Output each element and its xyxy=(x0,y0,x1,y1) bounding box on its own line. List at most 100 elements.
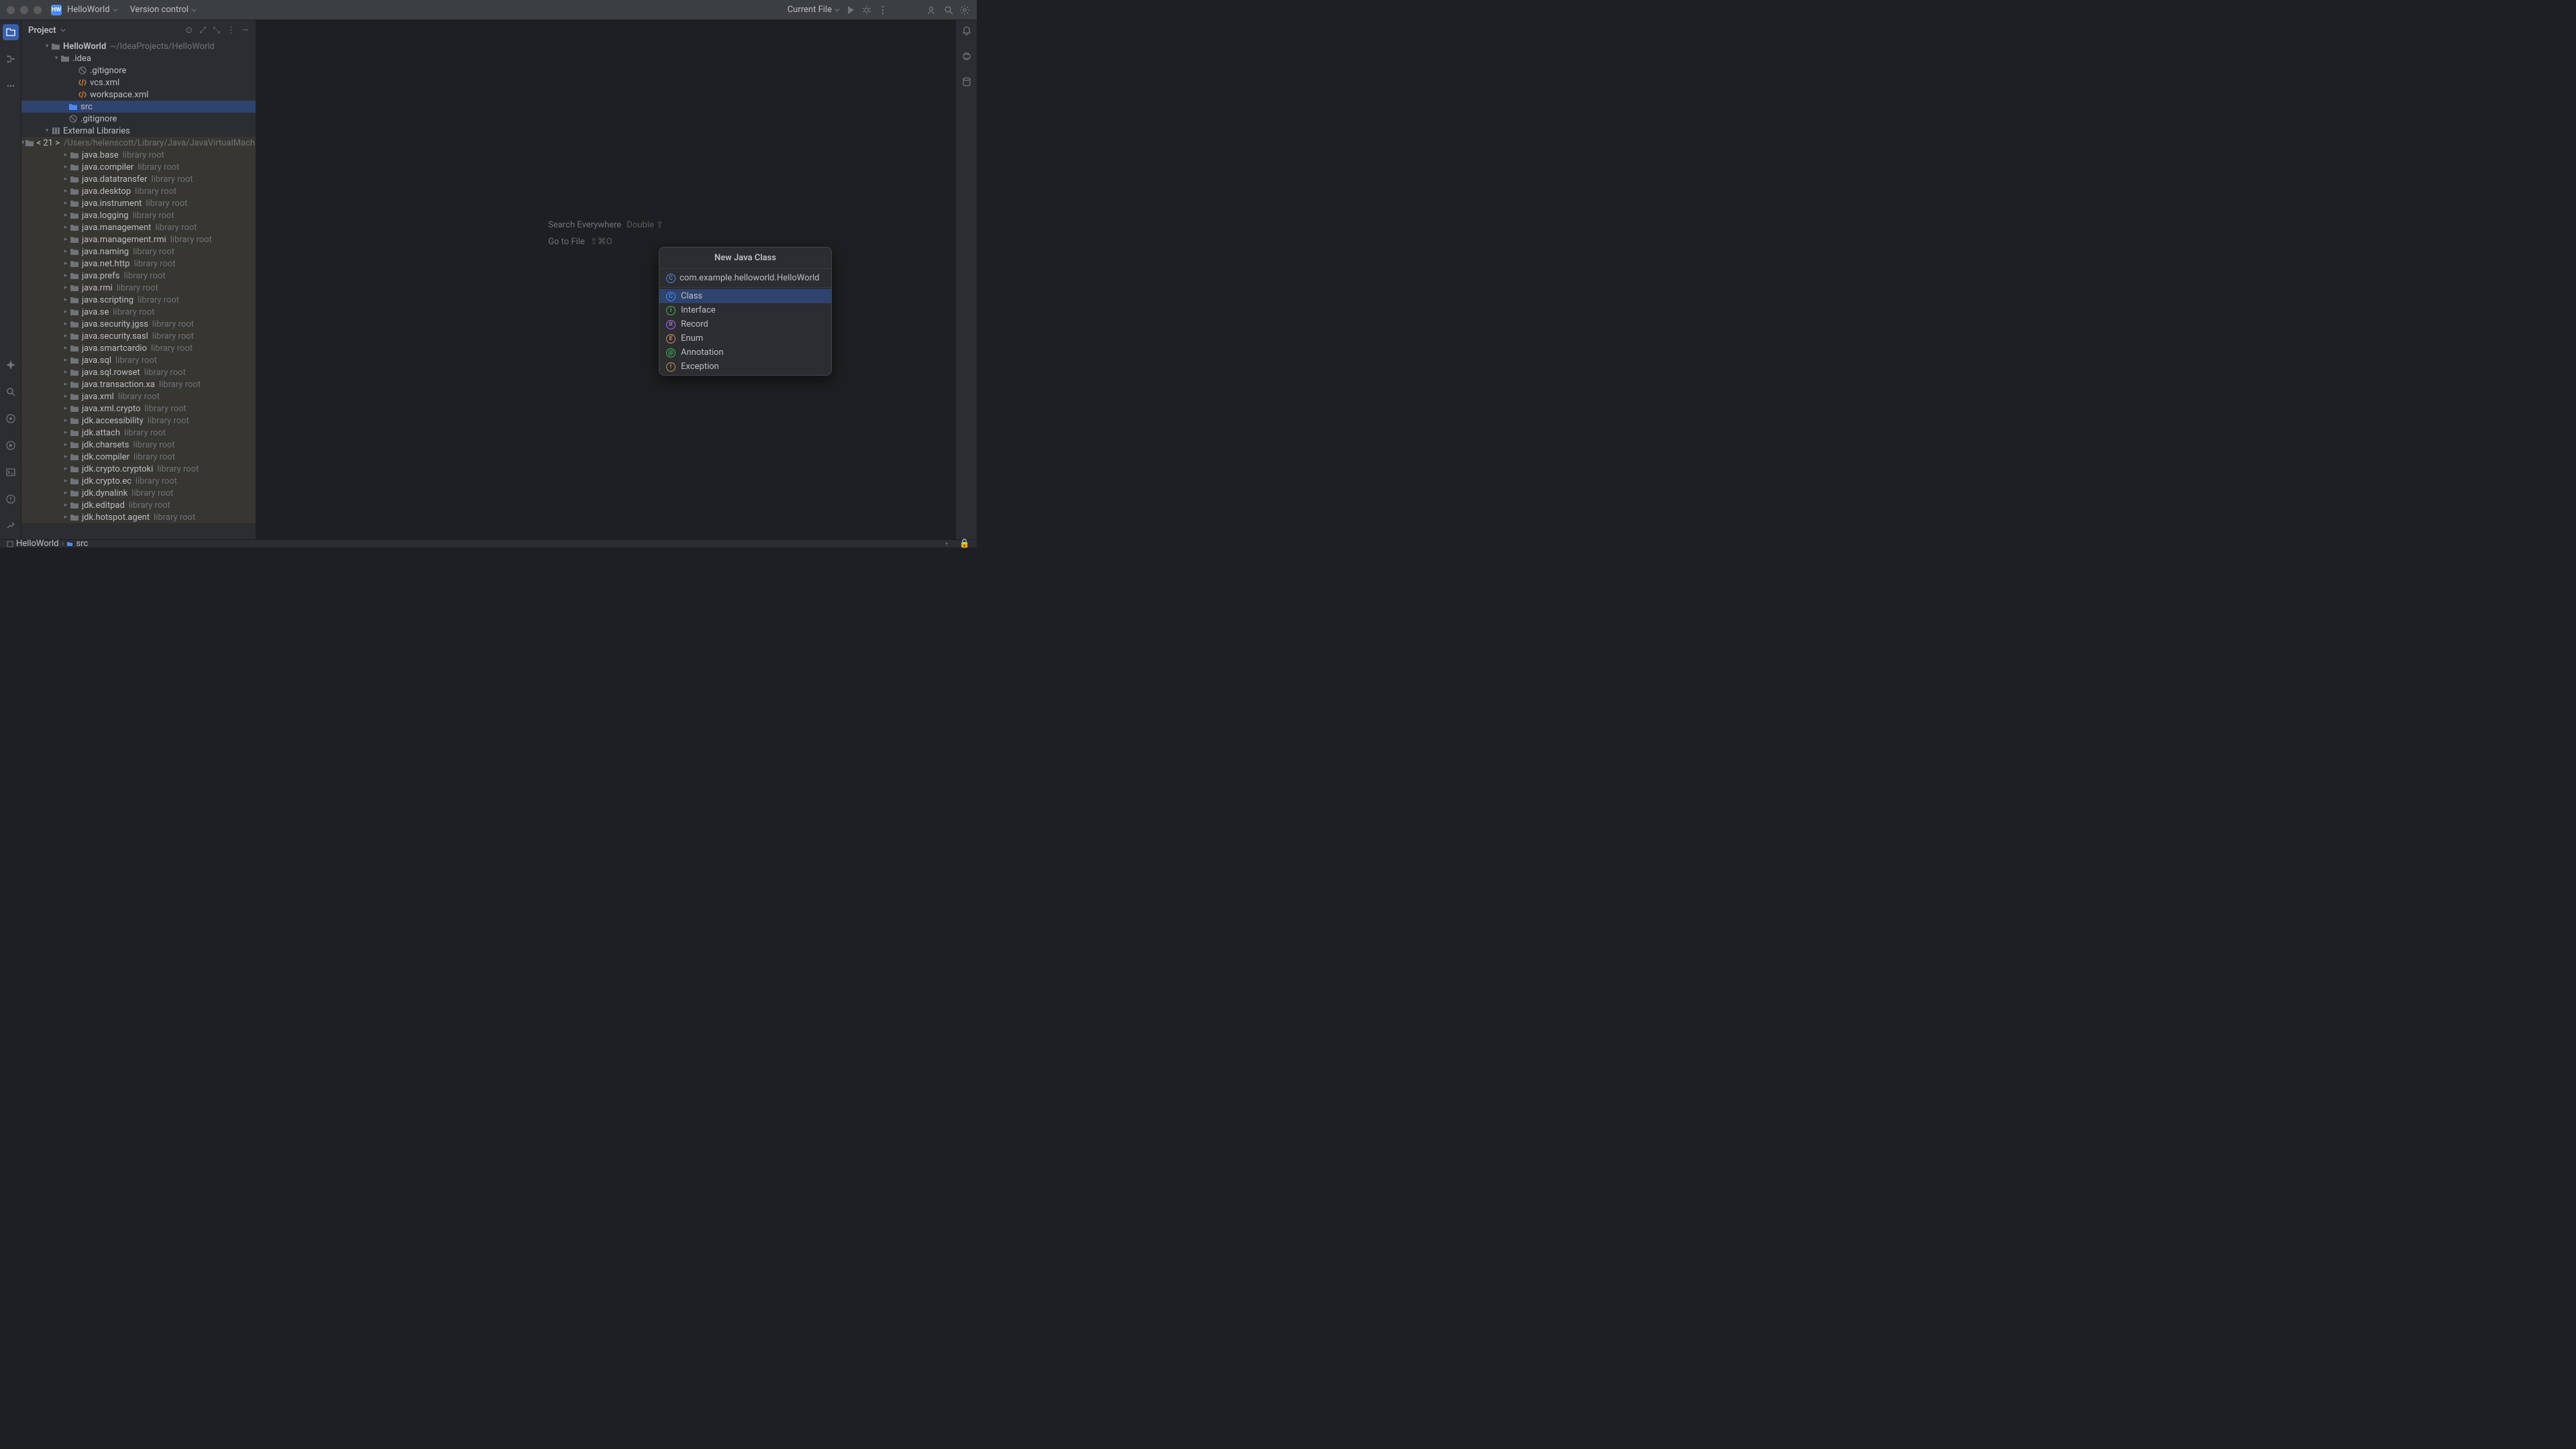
run-tool-button[interactable] xyxy=(3,437,19,453)
vcs-tool-button[interactable] xyxy=(3,411,19,427)
tree-lib-java-naming[interactable]: ▸java.naminglibrary root xyxy=(21,246,256,258)
tree-lib-java-logging[interactable]: ▸java.logginglibrary root xyxy=(21,209,256,221)
code-with-me-icon[interactable] xyxy=(927,5,938,15)
tree-src[interactable]: src xyxy=(21,101,256,113)
ai-chat-icon[interactable] xyxy=(961,51,972,64)
tree-lib-java-security-jgss[interactable]: ▸java.security.jgsslibrary root xyxy=(21,318,256,330)
project-panel-header: Project ⊙ ⤢ ⤡ ⋮ — xyxy=(21,20,256,40)
search-icon[interactable] xyxy=(943,5,954,15)
build-tool-button[interactable] xyxy=(3,518,19,534)
tree-lib-java-sql[interactable]: ▸java.sqllibrary root xyxy=(21,354,256,366)
tree-gitignore[interactable]: .gitignore xyxy=(21,113,256,125)
tree-root[interactable]: ▾HelloWorld~/IdeaProjects/HelloWorld xyxy=(21,40,256,52)
tree-lib-java-management-rmi[interactable]: ▸java.management.rmilibrary root xyxy=(21,233,256,246)
tree-lib-java-xml[interactable]: ▸java.xmllibrary root xyxy=(21,390,256,402)
vcs-label: Version control xyxy=(130,5,189,15)
chevron-down-icon xyxy=(113,7,118,13)
folder-icon xyxy=(66,541,73,547)
tree-lib-java-base[interactable]: ▸java.baselibrary root xyxy=(21,149,256,161)
tree-lib-java-rmi[interactable]: ▸java.rmilibrary root xyxy=(21,282,256,294)
tree-lib-jdk-dynalink[interactable]: ▸jdk.dynalinklibrary root xyxy=(21,487,256,499)
project-panel: Project ⊙ ⤢ ⤡ ⋮ — ▾HelloWorld~/IdeaProje… xyxy=(21,20,256,539)
tree-lib-java-scripting[interactable]: ▸java.scriptinglibrary root xyxy=(21,294,256,306)
project-tree[interactable]: ▾HelloWorld~/IdeaProjects/HelloWorld▾.id… xyxy=(21,40,256,539)
tree-lib-java-sql-rowset[interactable]: ▸java.sql.rowsetlibrary root xyxy=(21,366,256,378)
tree-lib-jdk-charsets[interactable]: ▸jdk.charsetslibrary root xyxy=(21,439,256,451)
tree-lib-java-desktop[interactable]: ▸java.desktoplibrary root xyxy=(21,185,256,197)
tree-lib-jdk-hotspot-agent[interactable]: ▸jdk.hotspot.agentlibrary root xyxy=(21,511,256,523)
tree-lib-java-net-http[interactable]: ▸java.net.httplibrary root xyxy=(21,258,256,270)
notifications-icon[interactable] xyxy=(961,25,972,39)
settings-icon[interactable] xyxy=(959,5,970,15)
annotation-icon: @ xyxy=(666,348,676,358)
tree-lib-java-security-sasl[interactable]: ▸java.security.sasllibrary root xyxy=(21,330,256,342)
ai-assistant-button[interactable] xyxy=(3,357,19,373)
popup-kind-interface[interactable]: IInterface xyxy=(659,303,831,317)
project-tool-button[interactable] xyxy=(3,24,19,40)
record-icon: R xyxy=(666,320,676,329)
tree-gitignore-idea[interactable]: .gitignore xyxy=(21,64,256,76)
hide-panel-icon[interactable]: — xyxy=(242,25,249,36)
panel-options-icon[interactable]: ⋮ xyxy=(227,25,235,36)
breadcrumb[interactable]: HelloWorld › src xyxy=(7,539,88,549)
problems-tool-button[interactable] xyxy=(3,491,19,507)
hint-go-to-file: Go to File ⇧⌘O xyxy=(548,237,663,247)
tree-lib-java-prefs[interactable]: ▸java.prefslibrary root xyxy=(21,270,256,282)
tree-jdk[interactable]: ▾< 21 >/Users/helenscott/Library/Java/Ja… xyxy=(21,137,256,149)
tree-lib-jdk-crypto-cryptoki[interactable]: ▸jdk.crypto.cryptokilibrary root xyxy=(21,463,256,475)
left-tool-rail xyxy=(0,20,21,539)
hint-search-everywhere: Search Everywhere Double ⇧ xyxy=(548,220,663,230)
select-opened-file-icon[interactable]: ⊙ xyxy=(185,25,193,36)
class-icon: C xyxy=(666,292,676,301)
expand-all-icon[interactable]: ⤢ xyxy=(199,25,206,36)
find-tool-button[interactable] xyxy=(3,384,19,400)
module-icon xyxy=(7,541,13,547)
tree-lib-java-se[interactable]: ▸java.selibrary root xyxy=(21,306,256,318)
tree-external-libraries[interactable]: ▾External Libraries xyxy=(21,125,256,137)
lock-icon[interactable]: 🔒 xyxy=(959,539,970,549)
editor-hints: Search Everywhere Double ⇧ Go to File ⇧⌘… xyxy=(548,220,663,247)
tree-lib-jdk-attach[interactable]: ▸jdk.attachlibrary root xyxy=(21,427,256,439)
tree-lib-java-management[interactable]: ▸java.managementlibrary root xyxy=(21,221,256,233)
right-tool-rail xyxy=(955,20,977,539)
database-icon[interactable] xyxy=(961,76,972,90)
tree-lib-jdk-crypto-ec[interactable]: ▸jdk.crypto.eclibrary root xyxy=(21,475,256,487)
vcs-dropdown[interactable]: Version control xyxy=(130,5,197,15)
collapse-all-icon[interactable]: ⤡ xyxy=(213,25,219,36)
close-window-icon[interactable] xyxy=(7,6,15,14)
run-button[interactable] xyxy=(845,5,856,15)
structure-tool-button[interactable] xyxy=(3,51,19,67)
tree-idea[interactable]: ▾.idea xyxy=(21,52,256,64)
maximize-window-icon[interactable] xyxy=(34,6,42,14)
tree-lib-java-transaction-xa[interactable]: ▸java.transaction.xalibrary root xyxy=(21,378,256,390)
popup-input-row: C xyxy=(659,269,831,288)
terminal-tool-button[interactable] xyxy=(3,464,19,480)
minimize-window-icon[interactable] xyxy=(20,6,28,14)
run-config-dropdown[interactable]: Current File xyxy=(788,5,840,15)
tree-lib-java-xml-crypto[interactable]: ▸java.xml.cryptolibrary root xyxy=(21,402,256,415)
indexing-icon[interactable]: ◔ xyxy=(943,539,949,549)
popup-kind-record[interactable]: RRecord xyxy=(659,317,831,331)
popup-kind-annotation[interactable]: @Annotation xyxy=(659,345,831,360)
project-dropdown[interactable]: HelloWorld xyxy=(67,5,118,15)
tree-lib-jdk-accessibility[interactable]: ▸jdk.accessibilitylibrary root xyxy=(21,415,256,427)
popup-kind-class[interactable]: CClass xyxy=(659,289,831,303)
tree-lib-java-datatransfer[interactable]: ▸java.datatransferlibrary root xyxy=(21,173,256,185)
tree-workspace-xml[interactable]: workspace.xml xyxy=(21,89,256,101)
project-name-label: HelloWorld xyxy=(67,5,110,15)
popup-kind-exception[interactable]: !Exception xyxy=(659,360,831,374)
project-badge: HW xyxy=(51,5,62,15)
tree-lib-java-smartcardio[interactable]: ▸java.smartcardiolibrary root xyxy=(21,342,256,354)
debug-button[interactable] xyxy=(861,5,872,15)
tree-lib-jdk-editpad[interactable]: ▸jdk.editpadlibrary root xyxy=(21,499,256,511)
more-tool-button[interactable] xyxy=(3,78,19,94)
panel-title: Project xyxy=(28,25,56,36)
popup-kind-enum[interactable]: EEnum xyxy=(659,331,831,345)
tree-vcs-xml[interactable]: vcs.xml xyxy=(21,76,256,89)
class-name-input[interactable] xyxy=(680,273,824,283)
tree-lib-java-compiler[interactable]: ▸java.compilerlibrary root xyxy=(21,161,256,173)
more-actions-button[interactable] xyxy=(877,5,888,15)
tree-lib-java-instrument[interactable]: ▸java.instrumentlibrary root xyxy=(21,197,256,209)
chevron-down-icon[interactable] xyxy=(60,28,66,33)
tree-lib-jdk-compiler[interactable]: ▸jdk.compilerlibrary root xyxy=(21,451,256,463)
